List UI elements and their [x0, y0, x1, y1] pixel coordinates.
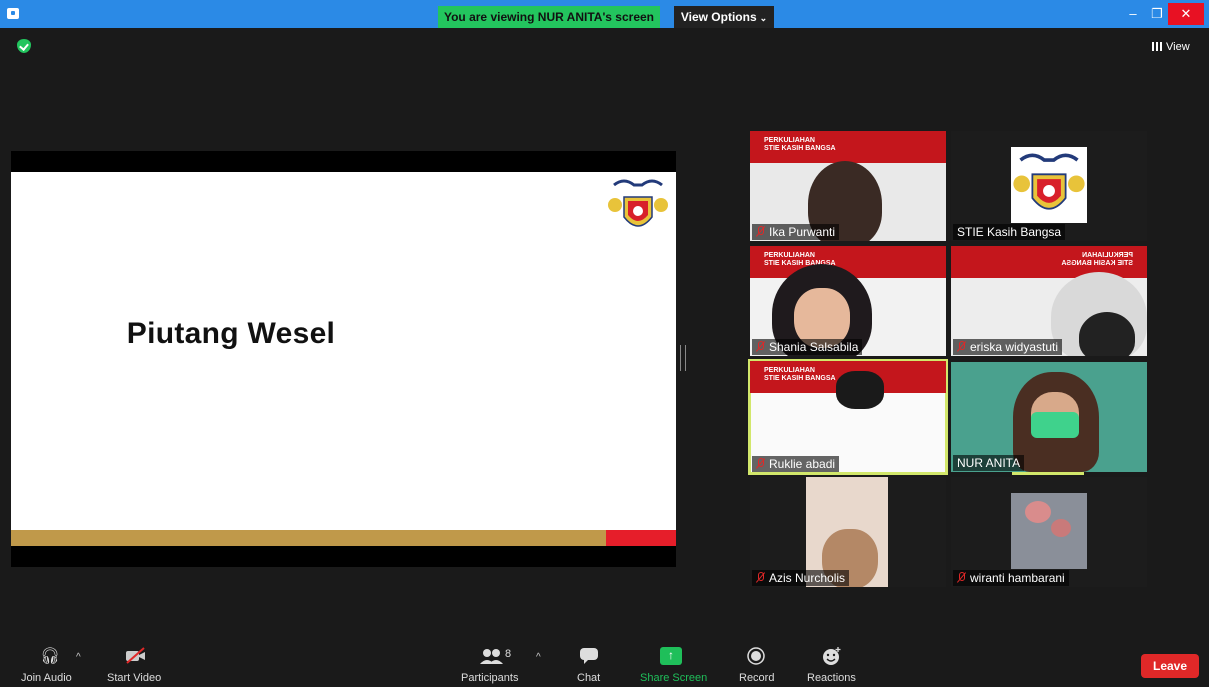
view-button[interactable]: View [1152, 38, 1202, 56]
leave-button[interactable]: Leave [1141, 654, 1199, 678]
participant-name: wiranti hambarani [970, 571, 1065, 585]
muted-mic-icon [957, 341, 966, 352]
video-tile-nur-anita[interactable]: NUR ANITA [951, 362, 1147, 472]
record-button[interactable]: Record [739, 672, 774, 684]
flower-image [1025, 501, 1051, 523]
muted-mic-icon [756, 226, 765, 237]
profile-picture [1011, 147, 1087, 223]
start-video-button[interactable]: Start Video [107, 672, 161, 684]
college-crest-logo [1013, 153, 1085, 210]
participant-name: NUR ANITA [957, 456, 1021, 470]
participant-name: eriska widyastuti [970, 340, 1059, 354]
audio-options-caret[interactable]: ^ [76, 652, 81, 663]
face-mask [1031, 412, 1079, 438]
chevron-down-icon: ⌄ [759, 13, 768, 23]
view-options-button[interactable]: View Options ⌄ [674, 6, 774, 28]
participant-name-tag: eriska widyastuti [953, 339, 1063, 355]
video-tile-wiranti-hambarani[interactable]: wiranti hambarani [951, 477, 1147, 587]
participant-name: Ruklie abadi [769, 457, 836, 471]
video-tile-ruklie-abadi[interactable]: PERKULIAHAN STIE KASIH BANGSA Ruklie aba… [748, 359, 948, 475]
muted-mic-icon [957, 572, 966, 583]
chat-button[interactable]: Chat [577, 672, 600, 684]
banner-text: PERKULIAHAN STIE KASIH BANGSA [764, 137, 836, 152]
share-screen-icon[interactable] [660, 647, 682, 665]
join-audio-button[interactable]: Join Audio [21, 672, 72, 684]
presentation-slide: Piutang Wesel [11, 172, 676, 546]
banner-text: PERKULIAHAN STIE KASIH BANGSA [764, 367, 836, 382]
view-label: View [1166, 41, 1190, 53]
flower-image [1051, 519, 1071, 537]
shared-screen: Piutang Wesel [11, 151, 676, 567]
reactions-button[interactable]: Reactions [807, 672, 856, 684]
participant-video [836, 371, 884, 409]
participant-hair [1079, 312, 1135, 356]
viewing-screen-banner: You are viewing NUR ANITA's screen [438, 6, 660, 28]
slide-title: Piutang Wesel [126, 317, 336, 350]
participant-name-tag: STIE Kasih Bangsa [953, 224, 1066, 240]
video-off-icon[interactable] [124, 647, 148, 665]
speaking-indicator [1012, 472, 1084, 475]
participants-options-caret[interactable]: ^ [536, 652, 541, 663]
muted-mic-icon [756, 341, 765, 352]
shield-icon[interactable] [17, 39, 31, 53]
participants-icon[interactable] [479, 647, 503, 665]
minimize-button[interactable]: – [1121, 3, 1145, 25]
slide-footer-red-bar [606, 530, 676, 546]
video-tile-shania-salsabila[interactable]: PERKULIAHAN STIE KASIH BANGSA Shania Sal… [750, 246, 946, 356]
muted-mic-icon [756, 572, 765, 583]
participant-name-tag: wiranti hambarani [953, 570, 1069, 586]
chat-icon[interactable] [579, 647, 599, 665]
participant-name-tag: Shania Salsabila [752, 339, 863, 355]
muted-mic-icon [756, 458, 765, 469]
participant-name-tag: Ruklie abadi [752, 456, 840, 472]
zoom-app-icon [7, 8, 19, 19]
participant-name-tag: Azis Nurcholis [752, 570, 850, 586]
participant-name: Ika Purwanti [769, 225, 836, 239]
reactions-icon[interactable] [822, 646, 842, 666]
close-button[interactable]: ✕ [1168, 3, 1204, 25]
video-tile-ika-purwanti[interactable]: PERKULIAHAN STIE KASIH BANGSA Ika Purwan… [750, 131, 946, 241]
participants-count: 8 [505, 648, 512, 660]
participant-name: Shania Salsabila [769, 340, 859, 354]
video-tile-eriska-widyastuti[interactable]: PERKULIAHAN STIE KASIH BANGSA eriska wid… [951, 246, 1147, 356]
course-banner: PERKULIAHAN STIE KASIH BANGSA [750, 131, 946, 163]
profile-picture [1011, 493, 1087, 569]
participant-name-tag: Ika Purwanti [752, 224, 840, 240]
share-screen-button[interactable]: Share Screen [640, 672, 707, 684]
participant-name: Azis Nurcholis [769, 571, 846, 585]
record-icon[interactable] [747, 647, 765, 665]
slide-footer-gold-bar [11, 530, 606, 546]
course-banner: PERKULIAHAN STIE KASIH BANGSA [951, 246, 1147, 278]
grid-icon [1152, 42, 1162, 51]
view-options-label: View Options [680, 10, 757, 24]
video-tile-stie-kasih-bangsa[interactable]: STIE Kasih Bangsa [951, 131, 1147, 241]
college-crest-logo [608, 179, 668, 227]
banner-text: PERKULIAHAN STIE KASIH BANGSA [1061, 252, 1133, 267]
participants-button[interactable]: Participants [461, 672, 518, 684]
headphones-icon[interactable]: 🎧︎ [38, 646, 62, 666]
panel-resize-handle[interactable] [680, 345, 686, 371]
video-tile-azis-nurcholis[interactable]: Azis Nurcholis [750, 477, 946, 587]
participant-name: STIE Kasih Bangsa [957, 225, 1062, 239]
title-bar: You are viewing NUR ANITA's screen View … [0, 0, 1209, 28]
restore-button[interactable]: ❐ [1145, 3, 1169, 25]
participant-name-tag: NUR ANITA [953, 455, 1025, 471]
